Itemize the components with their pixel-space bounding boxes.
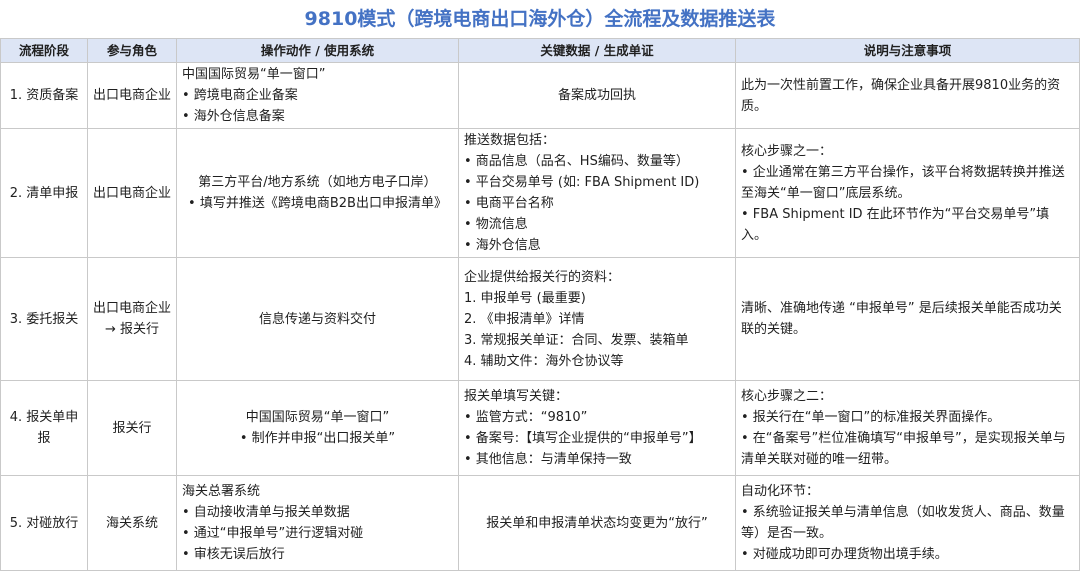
action-cell: 中国国际贸易“单一窗口” • 制作并申报“出口报关单”	[176, 380, 459, 476]
header-row: 流程阶段 参与角色 操作动作 / 使用系统 关键数据 / 生成单证 说明与注意事…	[0, 38, 1080, 63]
notes-line: • FBA Shipment ID 在此环节作为“平台交易单号”填入。	[741, 206, 1050, 243]
action-cell: 第三方平台/地方系统（如地方电子口岸） • 填写并推送《跨境电商B2B出口申报清…	[176, 128, 459, 258]
stage-cell: 2. 清单申报	[0, 128, 88, 258]
notes-cell: 核心步骤之二： • 报关行在“单一窗口”的标准报关界面操作。 • 在“备案号”栏…	[735, 380, 1080, 476]
role-cell: 报关行	[87, 380, 177, 476]
stage-cell: 3. 委托报关	[0, 257, 88, 381]
data-line: 1. 申报单号 (最重要)	[464, 290, 586, 306]
table-row: 3. 委托报关 出口电商企业 → 报关行 信息传递与资料交付 企业提供给报关行的…	[0, 257, 1080, 381]
notes-cell: 此为一次性前置工作，确保企业具备开展9810业务的资质。	[735, 62, 1080, 129]
notes-line: • 系统验证报关单与清单信息（如收发货人、商品、数量等）是否一致。	[741, 505, 1065, 541]
table-row: 2. 清单申报 出口电商企业 第三方平台/地方系统（如地方电子口岸） • 填写并…	[0, 128, 1080, 258]
notes-line: • 在“备案号”栏位准确填写“申报单号”，是实现报关单与清单关联对碰的唯一纽带。	[741, 431, 1066, 467]
stage-cell: 1. 资质备案	[0, 62, 88, 129]
action-line: • 通过“申报单号”进行逻辑对碰	[182, 526, 364, 541]
data-line: 报关单和申报清单状态均变更为“放行”	[486, 515, 708, 531]
notes-line: 核心步骤之一：	[741, 143, 833, 159]
data-line: • 其他信息：与清单保持一致	[464, 452, 632, 467]
header-notes: 说明与注意事项	[735, 38, 1080, 63]
notes-line: 核心步骤之二：	[741, 389, 833, 404]
role-line: 海关系统	[105, 515, 158, 531]
role-line: 出口电商企业	[93, 185, 172, 201]
notes-cell: 清晰、准确地传递 “申报单号” 是后续报关单能否成功关联的关键。	[735, 257, 1080, 381]
role-cell: 海关系统	[87, 475, 177, 571]
stage-cell: 4. 报关单申报	[0, 380, 88, 476]
role-cell: 出口电商企业 → 报关行	[87, 257, 177, 381]
data-line: 4. 辅助文件：海外仓协议等	[464, 353, 624, 369]
table-row: 1. 资质备案 出口电商企业 中国国际贸易“单一窗口” • 跨境电商企业备案 •…	[0, 62, 1080, 129]
notes-line: • 报关行在“单一窗口”的标准报关界面操作。	[741, 410, 1001, 425]
data-line: • 电商平台名称	[464, 196, 554, 211]
header-stage: 流程阶段	[0, 38, 88, 63]
action-line: • 填写并推送《跨境电商B2B出口申报清单》	[188, 196, 447, 211]
header-data: 关键数据 / 生成单证	[458, 38, 736, 63]
data-line: • 商品信息（品名、HS编码、数量等）	[464, 154, 689, 169]
notes-cell: 自动化环节： • 系统验证报关单与清单信息（如收发货人、商品、数量等）是否一致。…	[735, 475, 1080, 571]
action-line: 中国国际贸易“单一窗口”	[245, 410, 390, 425]
role-cell: 出口电商企业	[87, 62, 177, 129]
notes-line: 自动化环节：	[741, 484, 820, 499]
notes-line: 清晰、准确地传递 “申报单号” 是后续报关单能否成功关联的关键。	[741, 301, 1062, 337]
table-row: 5. 对碰放行 海关系统 海关总署系统 • 自动接收清单与报关单数据 • 通过“…	[0, 475, 1080, 571]
action-line: • 制作并申报“出口报关单”	[239, 431, 396, 446]
data-cell: 备案成功回执	[458, 62, 736, 129]
data-cell: 企业提供给报关行的资料： 1. 申报单号 (最重要) 2. 《申报清单》详情 3…	[458, 257, 736, 381]
role-line: 出口电商企业	[93, 88, 172, 103]
role-cell: 出口电商企业	[87, 128, 177, 258]
data-line: 备案成功回执	[557, 88, 636, 103]
data-line: • 物流信息	[464, 217, 528, 232]
header-action: 操作动作 / 使用系统	[176, 38, 459, 63]
data-line: 企业提供给报关行的资料：	[464, 269, 621, 285]
action-line: 第三方平台/地方系统（如地方电子口岸）	[198, 175, 437, 190]
action-line: • 海外仓信息备案	[182, 109, 285, 124]
stage-cell: 5. 对碰放行	[0, 475, 88, 571]
action-cell: 中国国际贸易“单一窗口” • 跨境电商企业备案 • 海外仓信息备案	[176, 62, 459, 129]
action-line: 海关总署系统	[182, 484, 261, 499]
notes-line: • 对碰成功即可办理货物出境手续。	[741, 547, 948, 562]
data-line: 推送数据包括：	[464, 133, 556, 148]
data-line: 3. 常规报关单证：合同、发票、装箱单	[464, 332, 689, 348]
role-line: 报关行	[112, 420, 152, 436]
notes-line: 此为一次性前置工作，确保企业具备开展9810业务的资质。	[741, 77, 1061, 114]
action-line: • 跨境电商企业备案	[182, 88, 298, 103]
action-line: • 审核无误后放行	[182, 547, 285, 562]
role-line: → 报关行	[104, 322, 160, 337]
data-cell: 报关单和申报清单状态均变更为“放行”	[458, 475, 736, 571]
role-line: 出口电商企业	[93, 301, 172, 316]
data-line: • 海外仓信息	[464, 238, 541, 253]
page-title: 9810模式（跨境电商出口海外仓）全流程及数据推送表	[0, 0, 1080, 38]
header-role: 参与角色	[87, 38, 177, 63]
notes-line: • 企业通常在第三方平台操作，该平台将数据转换并推送至海关“单一窗口”底层系统。	[741, 164, 1065, 201]
action-line: • 自动接收清单与报关单数据	[182, 505, 350, 520]
action-cell: 信息传递与资料交付	[176, 257, 459, 381]
data-line: • 监管方式：“9810”	[464, 410, 588, 425]
data-cell: 报关单填写关键： • 监管方式：“9810” • 备案号:【填写企业提供的“申报…	[458, 380, 736, 476]
data-line: • 平台交易单号 (如: FBA Shipment ID)	[464, 175, 700, 190]
notes-cell: 核心步骤之一： • 企业通常在第三方平台操作，该平台将数据转换并推送至海关“单一…	[735, 128, 1080, 258]
table-row: 4. 报关单申报 报关行 中国国际贸易“单一窗口” • 制作并申报“出口报关单”…	[0, 380, 1080, 476]
data-line: • 备案号:【填写企业提供的“申报单号”】	[464, 431, 702, 446]
data-cell: 推送数据包括： • 商品信息（品名、HS编码、数量等） • 平台交易单号 (如:…	[458, 128, 736, 258]
action-line: 中国国际贸易“单一窗口”	[182, 67, 326, 82]
data-line: 2. 《申报清单》详情	[464, 311, 585, 327]
process-table: 流程阶段 参与角色 操作动作 / 使用系统 关键数据 / 生成单证 说明与注意事…	[0, 38, 1080, 571]
action-line: 信息传递与资料交付	[258, 311, 376, 327]
data-line: 报关单填写关键：	[464, 389, 569, 404]
action-cell: 海关总署系统 • 自动接收清单与报关单数据 • 通过“申报单号”进行逻辑对碰 •…	[176, 475, 459, 571]
